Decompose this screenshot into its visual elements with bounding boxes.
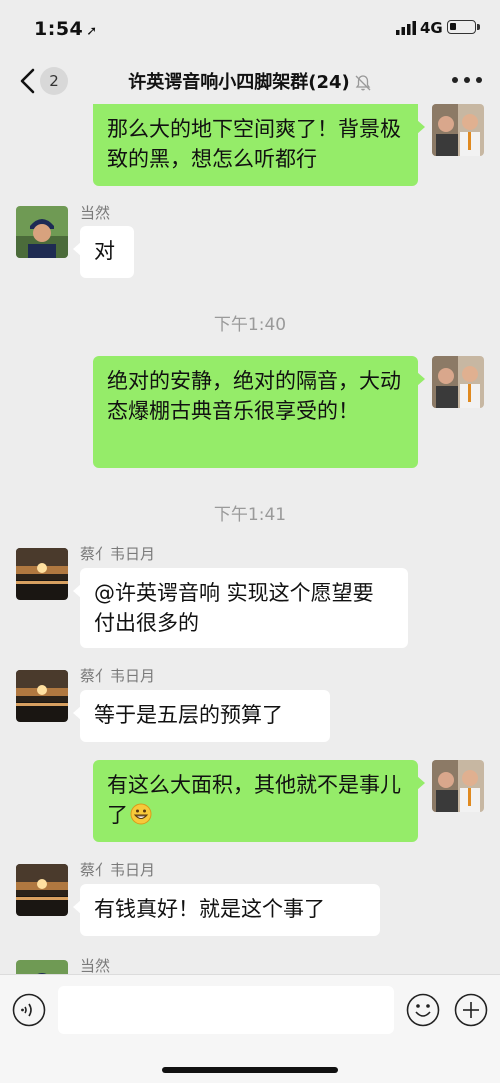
message-bubble-received[interactable]: 对 bbox=[73, 226, 134, 278]
voice-icon[interactable] bbox=[12, 993, 46, 1027]
sender-name: 当然 bbox=[80, 957, 111, 974]
chat-title: 许英谔音响小四脚架群(24) bbox=[0, 68, 500, 94]
message-bubble-received[interactable]: @许英谔音响 实现这个愿望要付出很多的 bbox=[73, 568, 408, 648]
plus-icon[interactable] bbox=[454, 993, 488, 1027]
sender-name: 蔡亻韦日月 bbox=[80, 545, 156, 563]
avatar-caiwei[interactable] bbox=[16, 548, 68, 600]
message-bubble-sent[interactable]: 绝对的安静，绝对的隔音，大动态爆棚古典音乐很享受的！ bbox=[93, 356, 425, 468]
smiley-icon[interactable] bbox=[406, 993, 440, 1027]
message-bubble-received[interactable]: 有钱真好！就是这个事了 bbox=[73, 884, 380, 936]
message-bubble-received[interactable]: 等于是五层的预算了 bbox=[73, 690, 330, 742]
more-options-icon[interactable] bbox=[452, 77, 482, 85]
avatar-caiwei[interactable] bbox=[16, 864, 68, 916]
message-bubble-sent[interactable]: 有这么大面积，其他就不是事儿了 bbox=[93, 760, 425, 842]
sender-name: 蔡亻韦日月 bbox=[80, 667, 156, 685]
timestamp: 下午1:41 bbox=[213, 505, 287, 525]
avatar-caiwei[interactable] bbox=[16, 670, 68, 722]
message-list[interactable]: 那么大的地下空间爽了！背景极致的黑，想怎么听都行 当然 对 下午1:40 绝对的… bbox=[0, 104, 500, 974]
avatar-me[interactable] bbox=[432, 356, 484, 408]
input-bar bbox=[0, 974, 500, 1083]
battery-icon bbox=[447, 20, 480, 34]
message-bubble-sent[interactable]: 那么大的地下空间爽了！背景极致的黑，想怎么听都行 bbox=[93, 104, 425, 186]
avatar-me[interactable] bbox=[432, 760, 484, 812]
avatar-dangran[interactable] bbox=[16, 206, 68, 258]
grin-emoji-icon bbox=[130, 803, 152, 825]
avatar-me[interactable] bbox=[432, 104, 484, 156]
bell-slash-icon bbox=[355, 75, 371, 91]
sender-name: 当然 bbox=[80, 204, 111, 222]
message-input[interactable] bbox=[58, 986, 394, 1034]
sender-name: 蔡亻韦日月 bbox=[80, 861, 156, 879]
status-bar: 1:54 ➚ 4G bbox=[0, 0, 500, 58]
network-type: 4G bbox=[420, 19, 443, 37]
location-arrow-icon: ➚ bbox=[86, 24, 98, 39]
chat-header: 2 许英谔音响小四脚架群(24) bbox=[0, 58, 500, 104]
timestamp: 下午1:40 bbox=[213, 315, 287, 335]
signal-icon bbox=[396, 21, 416, 35]
home-indicator bbox=[162, 1067, 338, 1073]
avatar-dangran[interactable] bbox=[16, 960, 68, 974]
status-time: 1:54 ➚ bbox=[34, 18, 98, 40]
